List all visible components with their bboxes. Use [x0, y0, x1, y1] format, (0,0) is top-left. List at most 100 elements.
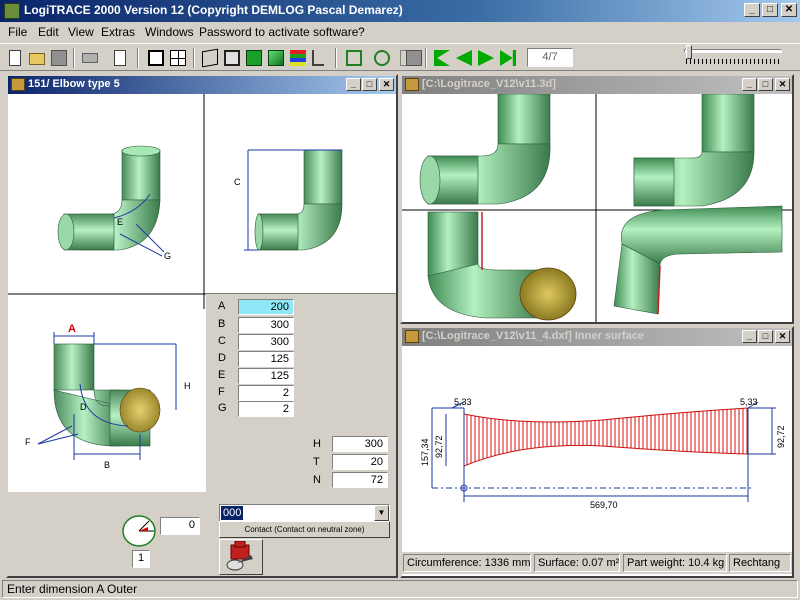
window-icon [405, 330, 419, 343]
app-title-bar: LogiTRACE 2000 Version 12 (Copyright DEM… [0, 0, 800, 22]
view3d-window: [C:\Logitrace_V12\v11.3d] _ □ ✕ [400, 74, 794, 324]
next-page-button[interactable] [475, 47, 497, 69]
contact-button[interactable]: Contact (Contact on neutral zone) [219, 521, 390, 538]
new-file-button[interactable] [4, 47, 26, 69]
development-canvas: 5,33 5,33 157,34 92,72 92,72 569,70 [402, 346, 792, 552]
toolbar [0, 43, 800, 71]
elbow-minimize-button[interactable]: _ [346, 78, 361, 91]
elbow-window: 151/ Elbow type 5 _ □ ✕ E G C A H D F B [6, 74, 398, 578]
print-button[interactable] [79, 47, 101, 69]
save-icon [51, 50, 67, 66]
menu-extras[interactable]: Extras [101, 25, 135, 39]
dev-bottom-value: 569,70 [590, 500, 618, 510]
last-page-button[interactable] [497, 47, 519, 69]
dim-input-d[interactable]: 125 [238, 351, 294, 367]
color-bands-icon [290, 50, 306, 66]
dim-input-a[interactable]: 200 [238, 299, 294, 315]
elbow-window-title: 151/ Elbow type 5 [28, 78, 120, 90]
menu-edit[interactable]: Edit [38, 25, 59, 39]
first-page-icon [434, 50, 450, 66]
dim-label-f: F [218, 386, 225, 398]
dim-input-c[interactable]: 300 [238, 334, 294, 350]
front-view-button[interactable] [145, 47, 167, 69]
view3d-minimize-button[interactable]: _ [742, 78, 757, 91]
label-d: D [80, 402, 87, 412]
shape-readout: Rechtang [729, 554, 791, 572]
dim-input-f[interactable]: 2 [238, 385, 294, 401]
param-input-t[interactable]: 20 [332, 454, 388, 470]
dim-input-g[interactable]: 2 [238, 401, 294, 417]
dim-label-g: G [218, 402, 227, 414]
dim-label-c: C [218, 335, 226, 347]
dim-label-d: D [218, 352, 226, 364]
view3d-window-title: [C:\Logitrace_V12\v11.3d] [422, 78, 556, 90]
previous-page-button[interactable] [453, 47, 475, 69]
surface-readout: Surface: 0.07 m² [534, 554, 620, 572]
surface-close-button[interactable]: ✕ [775, 330, 790, 343]
dim-label-e: E [218, 369, 226, 381]
color-bands-button[interactable] [287, 47, 309, 69]
rotate-button[interactable] [371, 47, 393, 69]
pipe-cut-icon [226, 540, 253, 571]
menu-bar: File Edit View Extras Windows Password t… [0, 22, 800, 42]
first-page-button[interactable] [431, 47, 453, 69]
view3d-close-button[interactable]: ✕ [775, 78, 790, 91]
clip-icon [346, 50, 362, 66]
surface-minimize-button[interactable]: _ [742, 330, 757, 343]
shaded-view-button[interactable] [265, 47, 287, 69]
dim-input-b[interactable]: 300 [238, 317, 294, 333]
weight-readout: Part weight: 10.4 kg [623, 554, 727, 572]
copy-button[interactable] [111, 47, 133, 69]
menu-password[interactable]: Password to activate software [199, 25, 358, 39]
view3d-canvas [402, 94, 792, 322]
open-button[interactable] [26, 47, 48, 69]
info-button[interactable] [400, 47, 422, 69]
zoom-slider-track[interactable] [684, 49, 782, 53]
dev-top-right-value: 5,33 [740, 397, 758, 407]
solid-view-button[interactable] [243, 47, 265, 69]
close-button[interactable]: ✕ [781, 3, 797, 17]
label-g-top: G [164, 251, 171, 261]
outline-view-button[interactable] [221, 47, 243, 69]
label-a: A [68, 323, 76, 335]
zoom-slider-thumb[interactable] [686, 45, 692, 59]
view3d-maximize-button[interactable]: □ [758, 78, 773, 91]
clip-button[interactable] [343, 47, 365, 69]
page-indicator[interactable]: 4/7 [527, 48, 573, 67]
count-input[interactable]: 1 [132, 550, 150, 568]
rotate-icon [374, 50, 390, 66]
generate-button[interactable] [219, 539, 263, 575]
menu-windows[interactable]: Windows [145, 25, 194, 39]
four-views-button[interactable] [167, 47, 189, 69]
param-input-h[interactable]: 300 [332, 436, 388, 452]
view3d-window-title-bar: [C:\Logitrace_V12\v11.3d] _ □ ✕ [402, 76, 792, 94]
info-icon [406, 50, 422, 66]
angle-input[interactable]: 0 [160, 517, 200, 535]
menu-view[interactable]: View [68, 25, 94, 39]
label-b: B [104, 460, 110, 470]
param-label-h: H [313, 438, 321, 450]
surface-window-title: [C:\Logitrace_V12\v11_4.dxf] Inner surfa… [422, 330, 644, 342]
param-input-n[interactable]: 72 [332, 472, 388, 488]
zoom-slider-ticks [686, 59, 782, 64]
elbow-maximize-button[interactable]: □ [362, 78, 377, 91]
wireframe-view-button[interactable] [199, 47, 221, 69]
dev-left-inner-value: 92,72 [434, 435, 444, 458]
save-button[interactable] [48, 47, 70, 69]
contact-combo[interactable]: 000 ▼ [219, 504, 390, 522]
menu-help[interactable]: ? [358, 25, 365, 39]
chevron-down-icon[interactable]: ▼ [374, 505, 389, 521]
elbow-close-button[interactable]: ✕ [379, 78, 394, 91]
surface-maximize-button[interactable]: □ [758, 330, 773, 343]
last-page-icon [500, 50, 516, 66]
dim-input-e[interactable]: 125 [238, 368, 294, 384]
window-icon [405, 78, 419, 91]
shaded-box-icon [268, 50, 284, 66]
menu-file[interactable]: File [8, 25, 27, 39]
angle-dial-icon[interactable] [120, 513, 160, 549]
previous-page-icon [456, 50, 472, 66]
maximize-button[interactable]: □ [762, 3, 778, 17]
minimize-button[interactable]: _ [744, 3, 760, 17]
tree-button[interactable] [309, 47, 331, 69]
label-h: H [184, 381, 191, 391]
